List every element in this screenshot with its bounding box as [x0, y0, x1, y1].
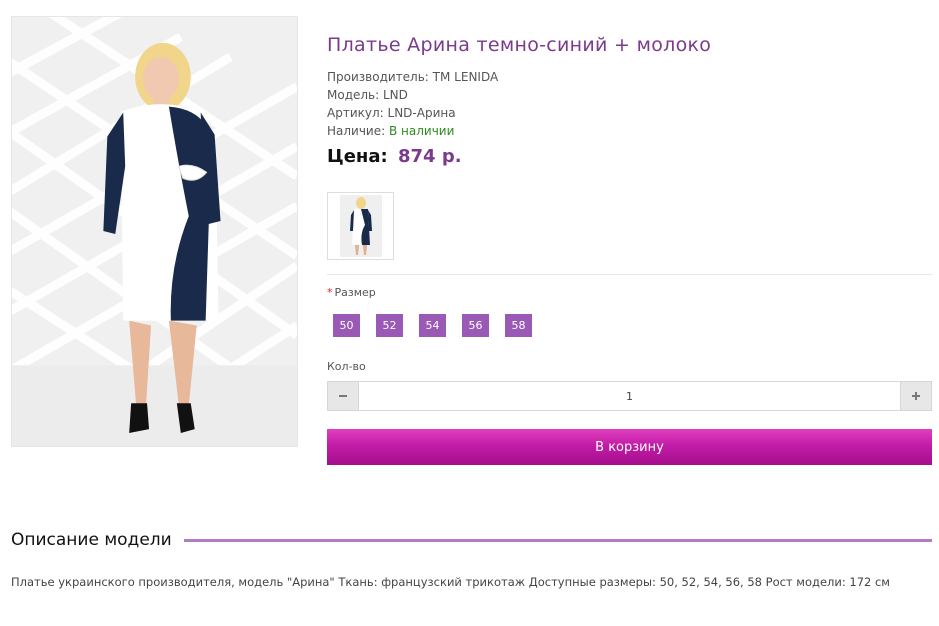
model-row: Модель: LND — [327, 86, 498, 104]
manufacturer-value[interactable]: TM LENIDA — [433, 70, 499, 84]
quantity-label: Кол-во — [327, 360, 366, 373]
price: Цена: 874 р. — [327, 146, 462, 167]
sku-label: Артикул: — [327, 106, 384, 120]
product-main-image[interactable] — [11, 16, 298, 447]
size-option-52[interactable]: 52 — [376, 314, 403, 337]
add-to-cart-button[interactable]: В корзину — [327, 429, 932, 465]
size-options: 50 52 54 56 58 — [333, 314, 532, 337]
manufacturer-label: Производитель: — [327, 70, 429, 84]
description-heading: Описание модели — [11, 530, 172, 550]
description-header: Описание модели — [11, 528, 932, 552]
size-option-58[interactable]: 58 — [505, 314, 532, 337]
product-page: Платье Арина темно-синий + молоко Произв… — [0, 0, 939, 626]
price-label: Цена: — [327, 146, 388, 167]
size-option-54[interactable]: 54 — [419, 314, 446, 337]
product-title: Платье Арина темно-синий + молоко — [327, 34, 712, 56]
quantity-input[interactable] — [359, 381, 900, 411]
size-label: * Размер — [327, 286, 376, 299]
quantity-increase-button[interactable] — [900, 381, 932, 411]
price-value: 874 р. — [397, 146, 462, 167]
dress-photo — [12, 17, 297, 446]
quantity-decrease-button[interactable] — [327, 381, 359, 411]
plus-icon — [912, 392, 920, 400]
product-thumbnail[interactable] — [327, 192, 394, 260]
product-info: Производитель: TM LENIDA Модель: LND Арт… — [327, 68, 498, 140]
thumbnail-photo — [340, 195, 382, 257]
description-text: Платье украинского производителя, модель… — [11, 575, 890, 589]
minus-icon — [339, 395, 347, 397]
size-option-50[interactable]: 50 — [333, 314, 360, 337]
availability-row: Наличие: В наличии — [327, 122, 498, 140]
size-label-text: Размер — [334, 286, 376, 299]
availability-value: В наличии — [389, 124, 455, 138]
availability-label: Наличие: — [327, 124, 386, 138]
size-option-56[interactable]: 56 — [462, 314, 489, 337]
sku-value: LND-Арина — [387, 106, 456, 120]
model-label: Модель: — [327, 88, 380, 102]
model-value: LND — [383, 88, 408, 102]
manufacturer-row: Производитель: TM LENIDA — [327, 68, 498, 86]
divider — [327, 274, 932, 275]
sku-row: Артикул: LND-Арина — [327, 104, 498, 122]
required-mark: * — [327, 286, 333, 299]
quantity-stepper — [327, 381, 932, 411]
description-accent-line — [183, 538, 932, 542]
